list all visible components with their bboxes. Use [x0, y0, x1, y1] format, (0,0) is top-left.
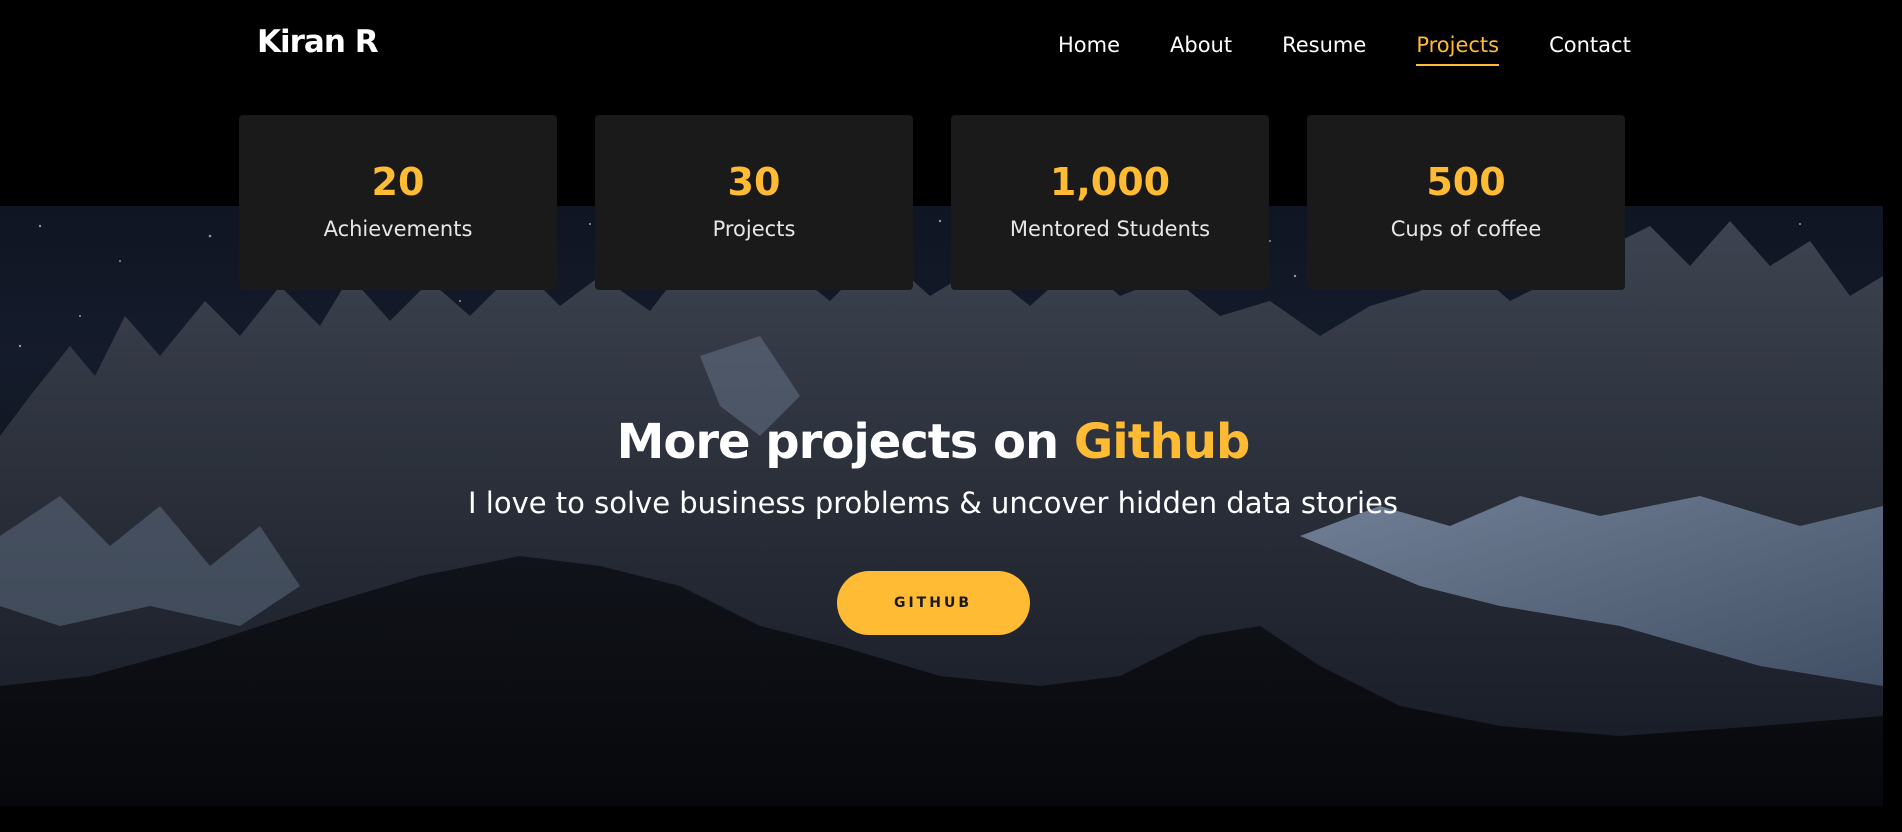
- cta-title: More projects on Github: [0, 405, 1866, 479]
- nav-item-projects[interactable]: Projects: [1416, 30, 1499, 66]
- stat-label: Achievements: [323, 217, 473, 241]
- stat-card-mentored-students: 1,000 Mentored Students: [951, 115, 1269, 290]
- stat-label: Cups of coffee: [1390, 217, 1542, 241]
- cta-subtitle: I love to solve business problems & unco…: [468, 486, 1398, 520]
- brand-logo[interactable]: Kiran R: [257, 24, 379, 60]
- hero-edge: [1883, 206, 1902, 806]
- nav-item-contact[interactable]: Contact: [1549, 30, 1631, 60]
- page: Kiran R Home About Resume Projects Conta…: [0, 0, 1902, 832]
- stat-value: 30: [727, 160, 781, 204]
- github-button[interactable]: GITHUB: [836, 571, 1030, 635]
- stat-label: Mentored Students: [1009, 217, 1211, 241]
- cta-title-main: More projects on: [616, 414, 1074, 470]
- stat-label: Projects: [712, 217, 796, 241]
- stat-card-cups-of-coffee: 500 Cups of coffee: [1307, 115, 1625, 290]
- stat-card-projects: 30 Projects: [595, 115, 913, 290]
- stat-value: 500: [1426, 160, 1506, 204]
- stat-value: 20: [371, 160, 425, 204]
- stats-row: 20 Achievements 30 Projects 1,000 Mentor…: [239, 115, 1625, 290]
- nav-item-about[interactable]: About: [1170, 30, 1232, 60]
- main-nav: Home About Resume Projects Contact: [1058, 30, 1631, 66]
- cta-title-accent: Github: [1073, 414, 1250, 470]
- github-cta: More projects on Github I love to solve …: [0, 405, 1866, 635]
- nav-item-home[interactable]: Home: [1058, 30, 1120, 60]
- stat-value: 1,000: [1049, 160, 1171, 204]
- navbar: Kiran R Home About Resume Projects Conta…: [0, 0, 1902, 88]
- stat-card-achievements: 20 Achievements: [239, 115, 557, 290]
- nav-item-resume[interactable]: Resume: [1282, 30, 1366, 60]
